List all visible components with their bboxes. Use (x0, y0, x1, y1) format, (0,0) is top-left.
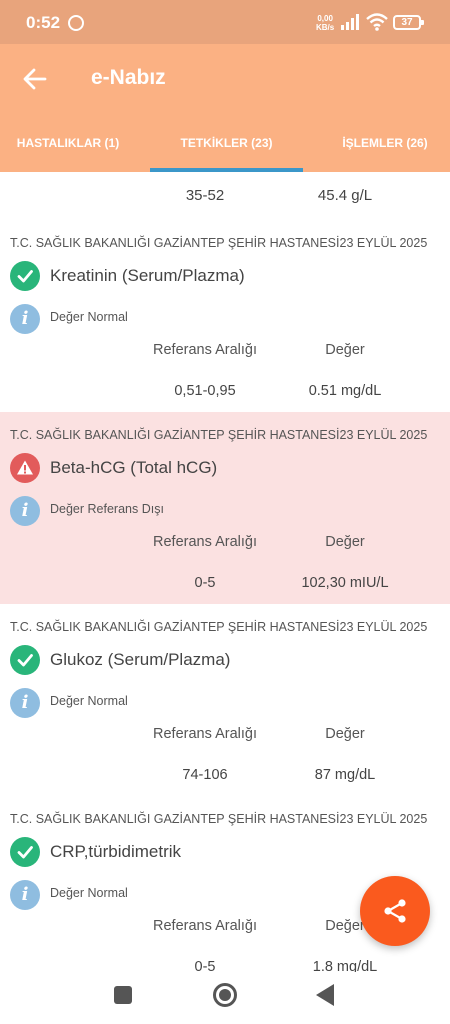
wifi-icon (366, 13, 388, 36)
tab-hastaliklar[interactable]: HASTALIKLAR (1) (0, 114, 136, 172)
result-card-glukoz[interactable]: T.C. SAĞLIK BAKANLIĞI GAZİANTEP ŞEHİR HA… (0, 604, 450, 796)
status-text: Değer Referans Dışı (50, 502, 164, 516)
info-icon: i (10, 304, 40, 334)
share-button[interactable] (360, 876, 430, 946)
reference-range-header: Referans Aralığı (153, 726, 257, 742)
result-value: 1.8 mg/dL (312, 959, 378, 972)
list-item: 35-52 45.4 g/L (0, 172, 450, 220)
test-name: Beta-hCG (Total hCG) (50, 458, 218, 477)
info-icon: i (10, 496, 40, 526)
app-title: e-Nabız (91, 66, 166, 89)
result-value: 102,30 mIU/L (301, 575, 389, 591)
results-list[interactable]: 35-52 45.4 g/L T.C. SAĞLIK BAKANLIĞI GAZ… (0, 172, 450, 972)
check-icon (10, 645, 40, 675)
tab-bar: HASTALIKLAR (1) TETKİKLER (23) İŞLEMLER … (0, 114, 450, 172)
value-header: Değer (325, 726, 365, 742)
network-speed-unit: KB/s (316, 23, 335, 32)
reference-range-value: 0,51-0,95 (174, 383, 236, 399)
network-speed: 0,00 KB/s (316, 14, 334, 32)
check-icon (10, 837, 40, 867)
value-header: Değer (325, 534, 365, 550)
status-text: Değer Normal (50, 310, 128, 324)
hospital-date: T.C. SAĞLIK BAKANLIĞI GAZİANTEP ŞEHİR HA… (10, 812, 428, 826)
app-bar: e-Nabız (0, 44, 450, 114)
hospital-date: T.C. SAĞLIK BAKANLIĞI GAZİANTEP ŞEHİR HA… (10, 236, 428, 250)
test-name: Kreatinin (Serum/Plazma) (50, 266, 245, 285)
tab-tetkikler[interactable]: TETKİKLER (23) (150, 114, 303, 172)
test-name: CRP,türbidimetrik (50, 842, 182, 861)
status-text: Değer Normal (50, 886, 128, 900)
info-icon: i (10, 880, 40, 910)
home-icon[interactable] (213, 983, 237, 1007)
warning-icon (10, 453, 40, 483)
globe-icon (68, 15, 84, 31)
test-name: Glukoz (Serum/Plazma) (50, 650, 231, 669)
info-icon: i (10, 688, 40, 718)
back-icon[interactable] (316, 984, 334, 1006)
recents-icon[interactable] (114, 986, 132, 1004)
check-icon (10, 261, 40, 291)
tab-islemler[interactable]: İŞLEMLER (26) (320, 114, 450, 172)
result-card-beta-hcg[interactable]: T.C. SAĞLIK BAKANLIĞI GAZİANTEP ŞEHİR HA… (0, 412, 450, 604)
hospital-date: T.C. SAĞLIK BAKANLIĞI GAZİANTEP ŞEHİR HA… (10, 428, 428, 442)
system-nav-bar (0, 972, 450, 1024)
result-value: 45.4 g/L (317, 187, 373, 204)
value-header: Değer (325, 342, 365, 358)
status-bar: 0:52 0,00 KB/s 37 (0, 0, 450, 44)
arrow-left-icon[interactable] (22, 66, 48, 97)
reference-range-header: Referans Aralığı (153, 534, 257, 550)
reference-range-header: Referans Aralığı (153, 918, 257, 934)
reference-range-value: 0-5 (194, 575, 216, 591)
result-value: 87 mg/dL (314, 767, 376, 783)
reference-range-value: 0-5 (194, 959, 216, 972)
reference-range-value: 74-106 (182, 767, 228, 783)
battery-icon: 37 (393, 15, 424, 30)
hospital-date: T.C. SAĞLIK BAKANLIĞI GAZİANTEP ŞEHİR HA… (10, 620, 428, 634)
network-speed-value: 0,00 (317, 14, 333, 23)
signal-icon (340, 14, 360, 35)
reference-range-header: Referans Aralığı (153, 342, 257, 358)
status-time: 0:52 (26, 13, 61, 32)
reference-range-value: 35-52 (185, 187, 225, 204)
status-text: Değer Normal (50, 694, 128, 708)
result-value: 0.51 mg/dL (308, 383, 382, 399)
result-card-kreatinin[interactable]: T.C. SAĞLIK BAKANLIĞI GAZİANTEP ŞEHİR HA… (0, 220, 450, 412)
share-icon (384, 899, 406, 923)
